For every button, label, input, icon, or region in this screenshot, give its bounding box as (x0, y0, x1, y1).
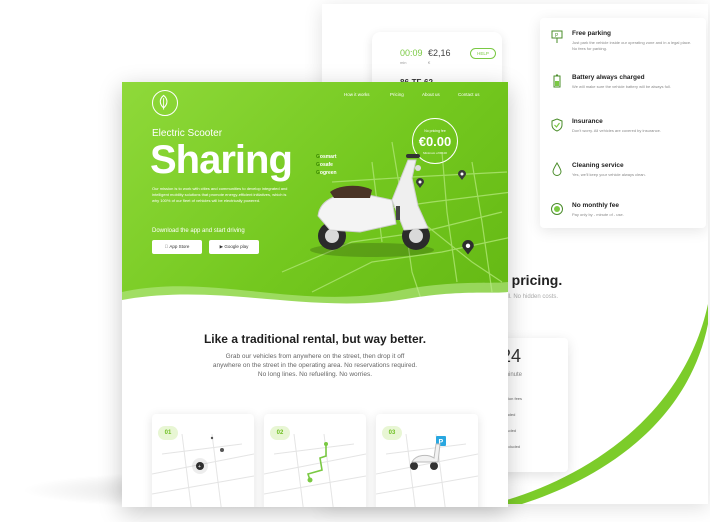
front-page: How it works Pricing About us Contact us… (122, 82, 508, 507)
battery-icon (553, 74, 561, 88)
pricing-heading: e pricing. (500, 272, 563, 288)
leaf-logo-icon (159, 94, 168, 110)
nav-contact-us[interactable]: Contact us (458, 92, 480, 97)
map-pin-icon[interactable] (458, 170, 466, 181)
ride-time-unit: min (400, 60, 407, 65)
step-number: 02 (270, 426, 290, 440)
hero-description: Our mission is to work with cities and c… (152, 186, 288, 203)
app-store-label: App Store (166, 244, 189, 249)
hero-wave-decoration (122, 282, 508, 307)
section-description: Grab our vehicles from anywhere on the s… (212, 353, 418, 378)
feature-title: Free parking (572, 30, 612, 37)
feature-title: No monthly fee (572, 202, 619, 209)
pricing-subheading: all. No hidden costs. (504, 294, 559, 300)
step-number: 03 (382, 426, 402, 440)
parking-sign-icon: P (551, 30, 563, 43)
google-play-button[interactable]: ▶ Google play (209, 240, 259, 254)
feature-title: Battery always charged (572, 74, 645, 81)
app-store-button[interactable]:  App Store (152, 240, 202, 254)
feature-text: We will make sure the vehicle battery wi… (572, 84, 671, 89)
step-number: 01 (158, 426, 178, 440)
google-play-label: Google play (224, 244, 249, 249)
hero-title: Sharing (150, 138, 293, 182)
ride-price: €2,16 (428, 48, 451, 58)
download-cta-text: Download the app and start driving (152, 228, 245, 234)
badge-top-text: No pricing fee (424, 129, 446, 133)
water-drop-icon (552, 162, 562, 176)
feature-title: Insurance (572, 118, 603, 125)
feature-text: Don't worry. All vehicles are covered by… (572, 128, 661, 133)
nav-how-it-works[interactable]: How it works (344, 92, 370, 97)
scooter-image (310, 154, 434, 257)
step-card-2: 02 (264, 414, 366, 507)
apple-icon:  (165, 244, 168, 249)
svg-text:+: + (198, 464, 201, 470)
play-icon: ▶ (219, 244, 224, 249)
showcase-stage: 00:09 min €2,16 € HELP 86-TF-62 P Free p… (0, 0, 710, 522)
feature-text: Yes, we'll keep your vehicle always clea… (572, 172, 646, 177)
step-card-1: + 01 (152, 414, 254, 507)
section-title: Like a traditional rental, but way bette… (203, 332, 427, 346)
feature-text: Just park the vehicle inside our operati… (572, 40, 692, 51)
ride-time: 00:09 (400, 48, 423, 58)
feature-title: Cleaning service (572, 162, 624, 169)
features-card: P Free parking Just park the vehicle ins… (540, 18, 706, 228)
brand-logo[interactable] (152, 90, 178, 116)
map-pin-icon[interactable] (462, 240, 474, 256)
hero-section: How it works Pricing About us Contact us… (122, 82, 508, 307)
shield-check-icon (551, 118, 563, 132)
step-card-3: P 03 (376, 414, 478, 507)
ride-price-unit: € (428, 60, 431, 65)
coin-icon (551, 203, 563, 215)
nav-about-us[interactable]: About us (422, 92, 440, 97)
nav-pricing[interactable]: Pricing (390, 92, 404, 97)
feature-text: Pay only by - minute of - use. (572, 212, 624, 217)
help-button[interactable]: HELP (470, 48, 496, 59)
